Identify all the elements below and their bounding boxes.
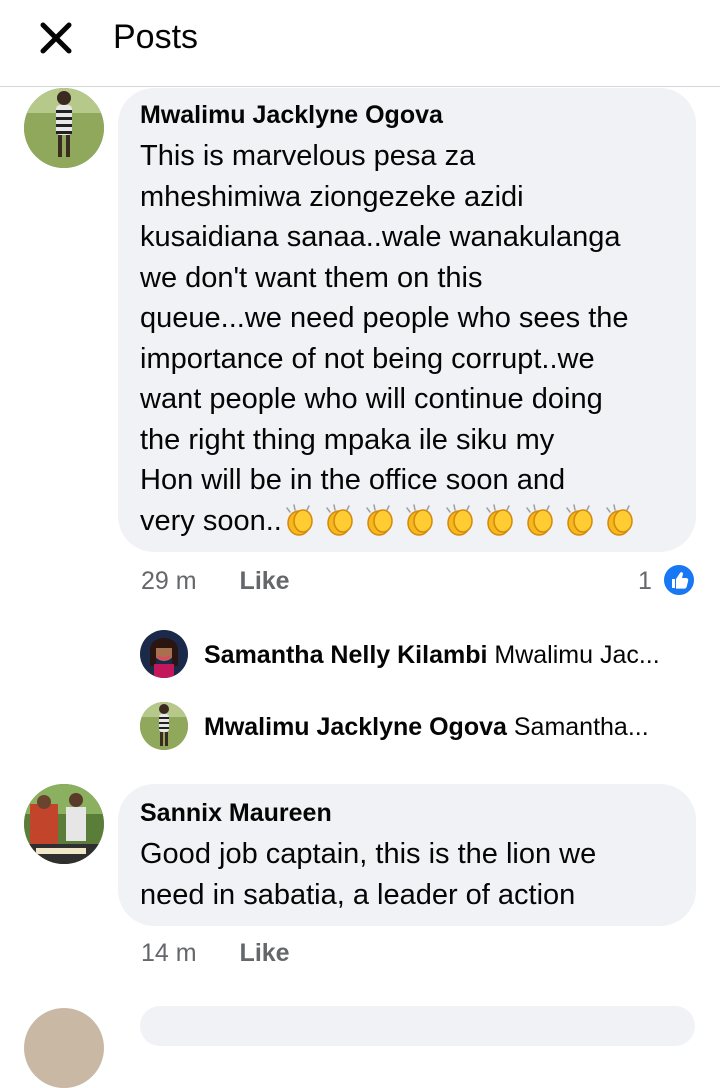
reply-text: Samantha Nelly Kilambi Mwalimu Jac... [204, 640, 684, 670]
avatar[interactable] [24, 784, 104, 864]
comment-meta: 29 m Like [141, 566, 290, 596]
clapping-hands-icon [486, 503, 513, 536]
comment-author[interactable]: Sannix Maureen [140, 798, 672, 828]
clapping-hands-icon [406, 503, 433, 536]
like-button[interactable]: Like [240, 567, 290, 595]
thumbs-up-icon [662, 563, 696, 597]
close-icon [40, 22, 72, 54]
comment-author[interactable]: Mwalimu Jacklyne Ogova [140, 100, 672, 130]
avatar[interactable] [140, 702, 188, 750]
like-button[interactable]: Like [240, 939, 290, 967]
reply-author[interactable]: Mwalimu Jacklyne Ogova [204, 713, 507, 741]
reply-row[interactable]: Mwalimu Jacklyne Ogova Samantha... [140, 702, 700, 752]
reply-preview: Samantha... [513, 713, 649, 741]
avatar[interactable] [24, 88, 104, 168]
reply-author[interactable]: Samantha Nelly Kilambi [204, 641, 487, 669]
reaction-count[interactable]: 1 [638, 566, 652, 596]
clapping-hands-icon [326, 503, 353, 536]
comment-text-content: This is marvelous pesa za mheshimiwa zio… [140, 140, 629, 537]
comment-meta: 14 m Like [141, 938, 290, 968]
close-button[interactable] [38, 20, 74, 56]
clapping-hands-icon [282, 503, 642, 537]
clapping-hands-icon [526, 503, 553, 536]
comment-text: Good job captain, this is the lion we ne… [140, 838, 597, 911]
avatar[interactable] [140, 630, 188, 678]
reply-row[interactable]: Samantha Nelly Kilambi Mwalimu Jac... [140, 630, 700, 680]
comment-time[interactable]: 29 m [141, 567, 197, 595]
clapping-hands-icon [446, 503, 473, 536]
clapping-hands-icon [286, 503, 313, 536]
reply-preview: Mwalimu Jac... [494, 641, 660, 669]
avatar[interactable] [24, 1008, 104, 1088]
clapping-hands-icon [366, 503, 393, 536]
top-bar: Posts [0, 0, 720, 87]
comment-text: This is marvelous pesa za mheshimiwa zio… [140, 136, 672, 541]
comment-bubble[interactable]: Sannix Maureen Good job captain, this is… [118, 784, 696, 926]
page-title: Posts [113, 18, 199, 56]
comment-bubble[interactable] [140, 1006, 695, 1046]
clapping-hands-icon [566, 503, 593, 536]
comment-bubble[interactable]: Mwalimu Jacklyne Ogova This is marvelous… [118, 88, 696, 552]
comment-time[interactable]: 14 m [141, 939, 197, 967]
clapping-hands-icon [606, 503, 633, 536]
reply-text: Mwalimu Jacklyne Ogova Samantha... [204, 712, 684, 742]
